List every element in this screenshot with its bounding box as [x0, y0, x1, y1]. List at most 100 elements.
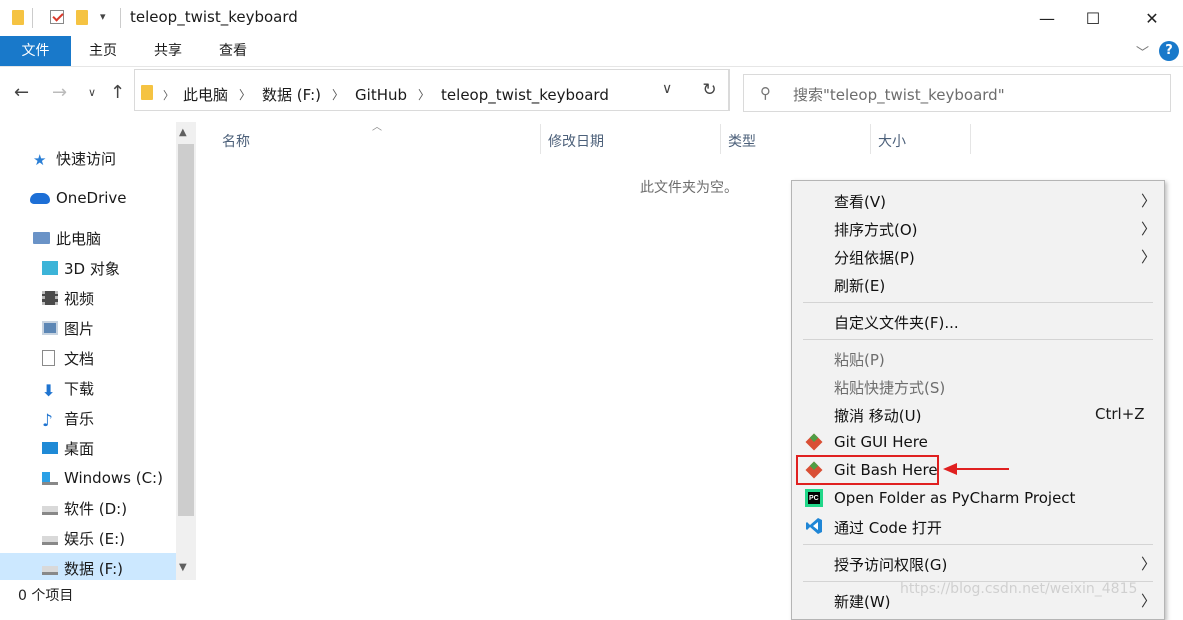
forward-arrow-icon[interactable]: → [52, 82, 67, 103]
drive-icon [42, 506, 58, 515]
column-header-date-modified[interactable]: 修改日期 [548, 131, 604, 151]
sidebar-item-downloads[interactable]: ⬇ 下载 [0, 373, 176, 403]
menu-separator [803, 544, 1153, 545]
sidebar-item-label: 快速访问 [56, 149, 117, 168]
sidebar-item-label: 文档 [64, 349, 95, 368]
menu-item-sort-by[interactable]: 排序方式(O) [834, 219, 918, 240]
column-divider[interactable] [970, 124, 971, 154]
pycharm-icon: PC [805, 489, 823, 507]
sidebar-item-videos[interactable]: 视频 [0, 283, 176, 313]
sidebar-item-drive-f[interactable]: 数据 (F:) [0, 553, 176, 580]
maximize-button[interactable]: ☐ [1070, 0, 1116, 36]
tab-share[interactable]: 共享 [149, 36, 187, 66]
scroll-down-icon[interactable]: ▼ [179, 562, 187, 573]
up-arrow-icon[interactable]: ↑ [110, 82, 125, 103]
menu-item-give-access[interactable]: 授予访问权限(G) [834, 554, 947, 575]
menu-item-git-gui-here[interactable]: Git GUI Here [834, 433, 928, 451]
tab-view[interactable]: 查看 [214, 36, 252, 66]
empty-folder-message: 此文件夹为空。 [640, 180, 738, 196]
sidebar-item-label: OneDrive [56, 189, 127, 207]
sidebar-item-label: 视频 [64, 289, 95, 308]
film-icon [42, 291, 58, 305]
breadcrumb-this-pc[interactable]: 此电脑 [183, 84, 228, 105]
properties-icon[interactable] [50, 10, 64, 24]
customize-toolbar-icon[interactable]: ▾ [100, 10, 106, 23]
git-icon [805, 433, 823, 451]
ribbon-tabs: 文件 主页 共享 查看 ﹀ ? [0, 36, 1183, 67]
breadcrumb-chevron-icon[interactable]: 〉 [418, 86, 430, 103]
menu-item-customize-folder[interactable]: 自定义文件夹(F)... [834, 312, 959, 333]
submenu-arrow-icon: 〉 [1141, 192, 1157, 210]
breadcrumb-github[interactable]: GitHub [355, 86, 407, 104]
submenu-arrow-icon: 〉 [1141, 248, 1157, 266]
column-divider[interactable] [540, 124, 541, 154]
sidebar-item-this-pc[interactable]: 此电脑 [0, 223, 176, 253]
sidebar-item-label: 下载 [64, 379, 95, 398]
minimize-button[interactable]: — [1024, 0, 1070, 36]
column-divider[interactable] [720, 124, 721, 154]
refresh-icon: ↻ [702, 80, 717, 100]
column-header-name[interactable]: 名称 [222, 131, 250, 151]
window-title: teleop_twist_keyboard [130, 8, 298, 26]
menu-item-paste-shortcut: 粘贴快捷方式(S) [834, 379, 946, 397]
new-folder-icon[interactable] [76, 10, 88, 25]
sidebar-item-desktop[interactable]: 桌面 [0, 433, 176, 463]
search-icon: ⚲ [760, 84, 771, 102]
submenu-arrow-icon: 〉 [1141, 220, 1157, 238]
search-input[interactable]: 搜索"teleop_twist_keyboard" [793, 84, 1005, 105]
address-history-dropdown[interactable]: ∨ [662, 81, 672, 97]
menu-item-group-by[interactable]: 分组依据(P) [834, 247, 915, 268]
menu-item-refresh[interactable]: 刷新(E) [834, 275, 885, 296]
menu-item-view[interactable]: 查看(V) [834, 191, 886, 212]
menu-item-open-with-code[interactable]: 通过 Code 打开 [834, 517, 942, 538]
breadcrumb-current-folder[interactable]: teleop_twist_keyboard [441, 86, 609, 104]
column-divider[interactable] [870, 124, 871, 154]
music-icon: ♪ [42, 411, 53, 431]
tab-home[interactable]: 主页 [84, 36, 122, 66]
sidebar-item-quick-access[interactable]: ★ 快速访问 [0, 143, 176, 173]
back-arrow-icon[interactable]: ← [14, 82, 29, 103]
recent-locations-icon[interactable]: ∨ [88, 86, 96, 99]
sidebar-item-documents[interactable]: 文档 [0, 343, 176, 373]
drive-icon [42, 536, 58, 545]
watermark: https://blog.csdn.net/weixin_4815 [900, 581, 1138, 597]
breadcrumb-chevron-icon[interactable]: 〉 [163, 87, 174, 103]
sidebar-item-drive-d[interactable]: 软件 (D:) [0, 493, 176, 523]
desktop-icon [42, 442, 58, 454]
sidebar-item-music[interactable]: ♪ 音乐 [0, 403, 176, 433]
sort-indicator-icon: ︿ [372, 122, 382, 133]
column-header-size[interactable]: 大小 [878, 131, 906, 151]
sidebar-item-drive-e[interactable]: 娱乐 (E:) [0, 523, 176, 553]
close-button[interactable]: ✕ [1129, 0, 1175, 36]
column-header-type[interactable]: 类型 [728, 131, 756, 151]
help-icon[interactable]: ? [1159, 41, 1179, 61]
sidebar-item-label: 此电脑 [56, 229, 102, 248]
breadcrumb-drive-f[interactable]: 数据 (F:) [262, 84, 321, 105]
document-icon [42, 350, 55, 366]
sidebar-item-label: 3D 对象 [64, 259, 120, 278]
sidebar-item-3d-objects[interactable]: 3D 对象 [0, 253, 176, 283]
sidebar-item-label: 数据 (F:) [64, 559, 123, 578]
tab-file[interactable]: 文件 [0, 36, 71, 66]
sidebar-item-label: 桌面 [64, 439, 95, 458]
menu-item-open-pycharm[interactable]: Open Folder as PyCharm Project [834, 489, 1075, 507]
breadcrumb-chevron-icon[interactable]: 〉 [332, 86, 344, 103]
folder-icon [141, 85, 153, 100]
sidebar-item-pictures[interactable]: 图片 [0, 313, 176, 343]
sidebar-item-onedrive[interactable]: OneDrive [0, 183, 176, 213]
cloud-icon [30, 192, 50, 204]
chevron-down-icon[interactable]: ﹀ [1136, 42, 1149, 61]
sidebar-item-label: 软件 (D:) [64, 499, 128, 518]
status-item-count: 0 个项目 [18, 588, 74, 604]
menu-separator [803, 302, 1153, 303]
scroll-up-icon[interactable]: ▲ [179, 127, 187, 138]
sidebar-scrollbar-thumb[interactable] [178, 144, 194, 516]
breadcrumb-chevron-icon[interactable]: 〉 [239, 86, 251, 103]
drive-icon [42, 566, 58, 575]
sidebar-item-drive-c[interactable]: Windows (C:) [0, 463, 176, 493]
menu-item-new[interactable]: 新建(W) [834, 591, 891, 612]
menu-item-paste: 粘贴(P) [834, 351, 885, 369]
refresh-button[interactable]: ↻ [690, 69, 730, 111]
menu-item-undo-move[interactable]: 撤消 移动(U) [834, 405, 921, 426]
star-icon: ★ [33, 151, 47, 169]
